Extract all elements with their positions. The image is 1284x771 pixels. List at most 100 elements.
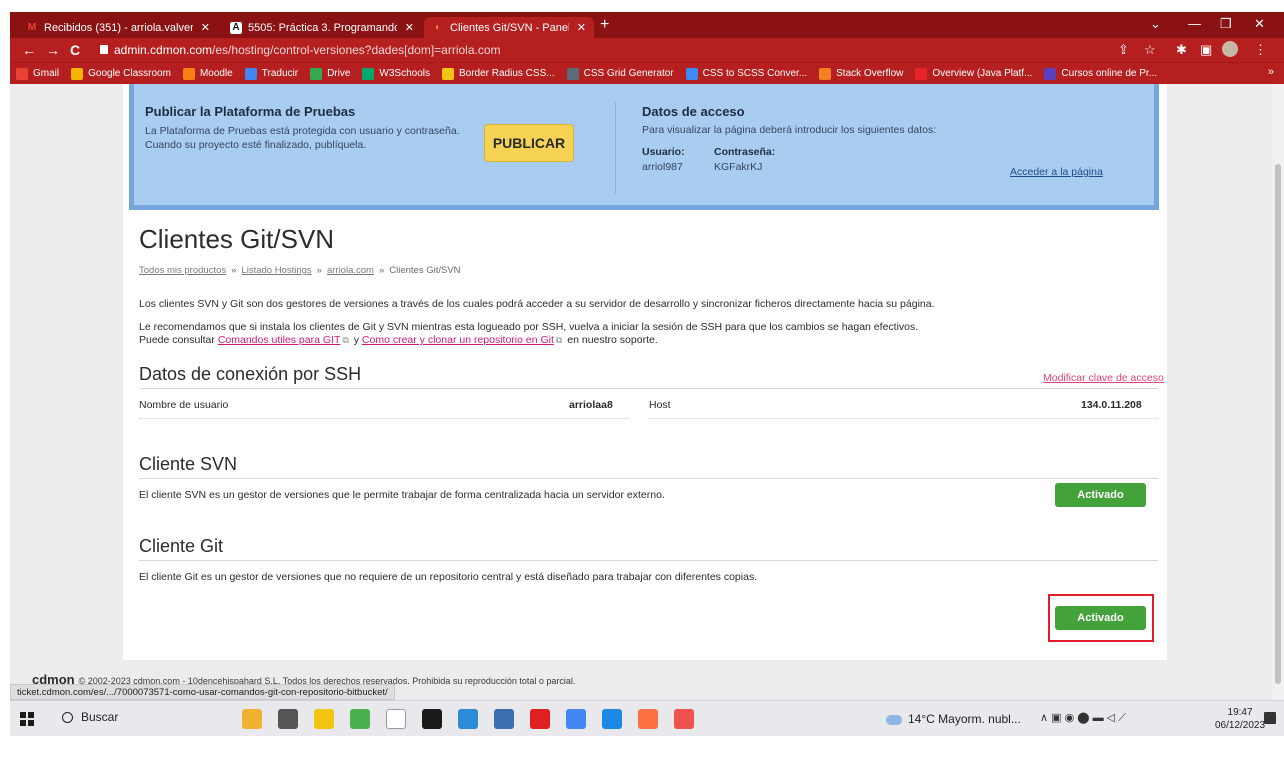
bookmark-label: CSS Grid Generator xyxy=(583,68,674,79)
notifications-icon[interactable] xyxy=(1264,712,1276,724)
weather-widget[interactable]: 14°C Mayorm. nubl... xyxy=(886,712,1021,726)
bookmarks-more-icon[interactable]: » xyxy=(1268,66,1274,78)
back-button[interactable]: ← xyxy=(22,42,36,58)
taskbar-clock[interactable]: 19:47 06/12/2023 xyxy=(1215,706,1265,732)
breadcrumb-separator: » xyxy=(378,265,385,276)
bookmark-label: Overview (Java Platf... xyxy=(932,68,1033,79)
bookmark-item[interactable]: Cursos online de Pr... xyxy=(1044,67,1157,80)
bookmark-icon xyxy=(819,67,832,80)
taskbar-app-icon[interactable] xyxy=(386,709,406,729)
reload-button[interactable]: C xyxy=(70,42,80,58)
taskbar-app-icon[interactable] xyxy=(602,709,622,729)
tab-search-icon[interactable]: ⌄ xyxy=(1150,16,1161,32)
close-icon[interactable]: ✕ xyxy=(577,21,586,34)
bookmark-label: Gmail xyxy=(33,68,60,79)
breadcrumb-link[interactable]: Listado Hostings xyxy=(241,265,311,276)
maximize-button[interactable]: ❐ xyxy=(1220,16,1232,32)
extension-icon[interactable]: ✱ xyxy=(1176,42,1187,58)
external-link-icon: ⧉ xyxy=(555,335,563,345)
test-platform-panel: Publicar la Plataforma de Pruebas La Pla… xyxy=(129,84,1159,210)
ssh-section-title: Datos de conexión por SSH xyxy=(139,364,362,384)
browser-window: M Recibidos (351) - arriola.valverd ✕ A … xyxy=(10,12,1284,736)
scrollbar-thumb[interactable] xyxy=(1275,164,1281,684)
share-icon[interactable]: ⇪ xyxy=(1118,42,1129,58)
publish-button[interactable]: PUBLICAR xyxy=(484,124,574,162)
breadcrumb-link[interactable]: arriola.com xyxy=(327,265,374,276)
menu-icon[interactable]: ⋮ xyxy=(1254,42,1267,58)
windows-taskbar: Buscar 14°C Mayorm. nubl... ∧ ▣ ◉ ⬤ ▬ ◁ … xyxy=(10,700,1284,736)
profile-icon[interactable] xyxy=(1222,41,1238,57)
consult-prefix: Puede consultar xyxy=(139,334,215,346)
bookmark-item[interactable]: Stack Overflow xyxy=(819,67,903,80)
bookmark-item[interactable]: CSS Grid Generator xyxy=(566,67,674,80)
promo-desc-line: Cuando su proyecto esté finalizado, publ… xyxy=(145,139,367,151)
close-window-button[interactable]: ✕ xyxy=(1254,16,1265,32)
section-divider xyxy=(139,478,1158,479)
taskbar-app-icon[interactable] xyxy=(494,709,514,729)
tab-gmail[interactable]: M Recibidos (351) - arriola.valverd ✕ xyxy=(18,17,218,38)
taskbar-app-icon[interactable] xyxy=(566,709,586,729)
bookmark-item[interactable]: Overview (Java Platf... xyxy=(915,67,1033,80)
taskbar-app-icon[interactable] xyxy=(314,709,334,729)
breadcrumb-link[interactable]: Todos mis productos xyxy=(139,265,226,276)
lock-icon xyxy=(100,45,108,54)
date: 06/12/2023 xyxy=(1215,720,1266,731)
taskbar-app-icon[interactable] xyxy=(638,709,658,729)
bookmark-icon xyxy=(915,67,928,80)
tab-title: Recibidos (351) - arriola.valverd xyxy=(44,21,193,34)
taskbar-app-icon[interactable] xyxy=(350,709,370,729)
tab-clientes-git[interactable]: ◐ Clientes Git/SVN - Panel de Cont ✕ xyxy=(424,17,594,38)
bookmark-icon xyxy=(71,67,84,80)
bookmark-item[interactable]: Traducir xyxy=(244,67,298,80)
promo-desc-line: La Plataforma de Pruebas está protegida … xyxy=(145,125,460,137)
taskbar-app-icon[interactable] xyxy=(530,709,550,729)
taskbar-app-icon[interactable] xyxy=(278,709,298,729)
taskbar-app-icon[interactable] xyxy=(242,709,262,729)
tab-practica[interactable]: A 5505: Práctica 3. Programando y ✕ xyxy=(222,17,422,38)
svn-description: El cliente SVN es un gestor de versiones… xyxy=(139,489,665,501)
bookmark-item[interactable]: Border Radius CSS... xyxy=(441,67,555,80)
password-label: Contraseña: xyxy=(714,146,776,158)
access-page-link[interactable]: Acceder a la página xyxy=(1010,166,1103,178)
taskbar-app-icon[interactable] xyxy=(674,709,694,729)
bookmark-item[interactable]: Google Classroom xyxy=(71,67,171,80)
external-link-icon: ⧉ xyxy=(342,335,349,345)
promo-title: Publicar la Plataforma de Pruebas xyxy=(145,104,356,119)
url-field[interactable]: admin.cdmon.com/es/hosting/control-versi… xyxy=(114,43,501,57)
bookmark-item[interactable]: Drive xyxy=(310,67,350,80)
modify-password-link[interactable]: Modificar clave de acceso xyxy=(1043,372,1164,384)
star-icon[interactable]: ☆ xyxy=(1144,42,1156,58)
forward-button[interactable]: → xyxy=(46,42,60,58)
tray-expand-icon[interactable]: ∧ xyxy=(1040,712,1048,724)
user-value: arriol987 xyxy=(642,161,683,173)
bookmark-icon xyxy=(310,67,323,80)
ssh-user-label: Nombre de usuario xyxy=(139,399,229,411)
intro-text: Los clientes SVN y Git son dos gestores … xyxy=(139,298,935,310)
taskbar-app-icon[interactable] xyxy=(458,709,478,729)
svn-activated-button[interactable]: Activado xyxy=(1055,483,1146,507)
system-tray[interactable]: ∧ ▣ ◉ ⬤ ▬ ◁ ⟋ xyxy=(1040,711,1126,725)
password-value: KGFakrKJ xyxy=(714,161,763,173)
minimize-button[interactable]: — xyxy=(1188,16,1201,31)
access-title: Datos de acceso xyxy=(642,104,745,119)
recommend-text: Le recomendamos que si instala los clien… xyxy=(139,321,919,333)
taskbar-search[interactable]: Buscar xyxy=(62,710,118,724)
bookmark-item[interactable]: Gmail xyxy=(16,67,60,80)
row-divider xyxy=(649,418,1158,419)
new-tab-button[interactable]: + xyxy=(600,16,609,34)
sidebar-icon[interactable]: ▣ xyxy=(1200,42,1212,58)
bookmark-item[interactable]: CSS to SCSS Conver... xyxy=(685,67,807,80)
git-clone-link[interactable]: Como crear y clonar un repositorio en Gi… xyxy=(362,334,554,346)
git-commands-link[interactable]: Comandos utiles para GIT xyxy=(218,334,341,346)
page-scrollbar[interactable] xyxy=(1272,84,1284,700)
bookmark-icon xyxy=(685,67,698,80)
windows-start-icon[interactable] xyxy=(20,712,34,726)
close-icon[interactable]: ✕ xyxy=(201,21,210,34)
close-icon[interactable]: ✕ xyxy=(405,21,414,34)
bookmark-item[interactable]: W3Schools xyxy=(362,67,430,80)
breadcrumb: Todos mis productos » Listado Hostings » arr… xyxy=(139,265,461,276)
tab-bar: M Recibidos (351) - arriola.valverd ✕ A … xyxy=(10,12,1284,38)
bookmark-item[interactable]: Moodle xyxy=(182,67,233,80)
taskbar-app-icon[interactable] xyxy=(422,709,442,729)
git-description: El cliente Git es un gestor de versiones… xyxy=(139,571,758,583)
